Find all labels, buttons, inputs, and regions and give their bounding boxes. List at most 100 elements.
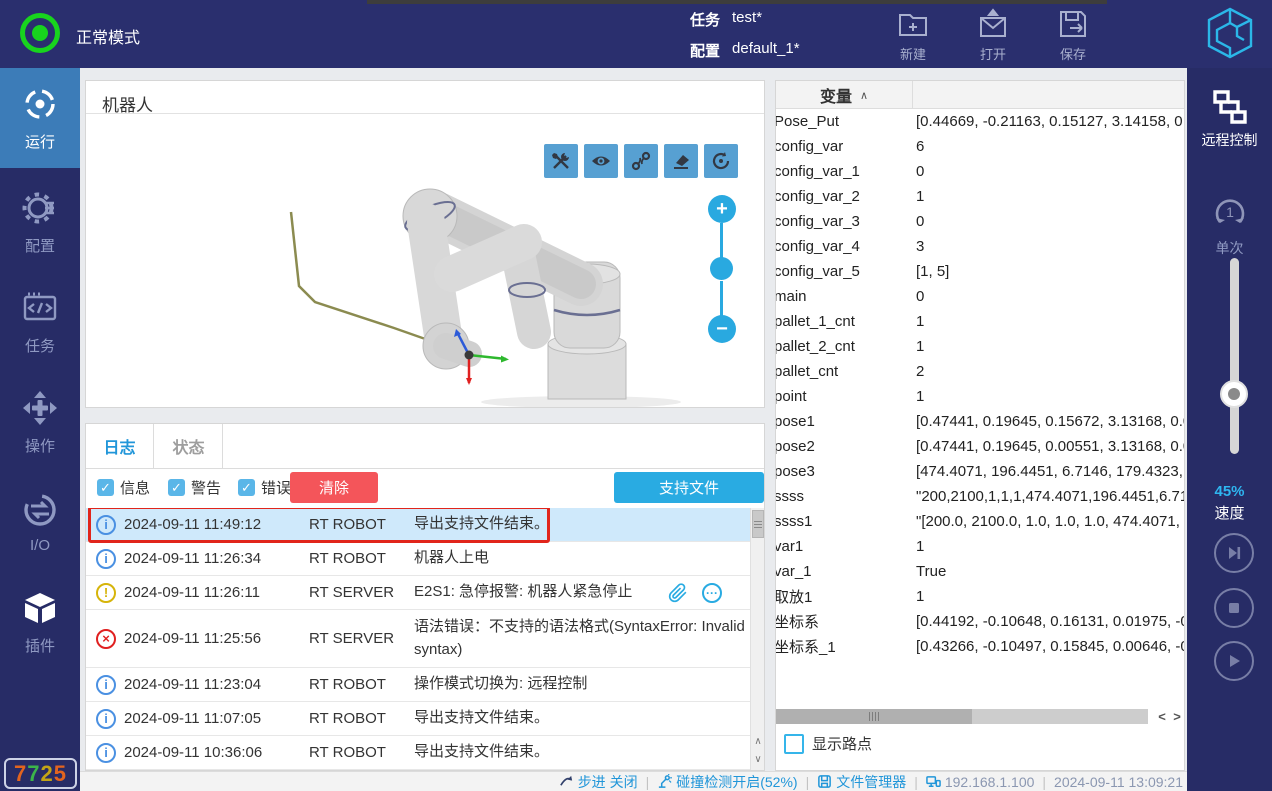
variable-row[interactable]: pose1[0.47441, 0.19645, 0.15672, 3.13168… [776,409,1184,434]
support-file-button[interactable]: 支持文件 [614,472,764,503]
variable-name: point [776,388,916,405]
variable-row[interactable]: config_var_5[1, 5] [776,259,1184,284]
step-next-button[interactable] [1214,533,1254,573]
log-row[interactable]: !2024-09-11 11:26:11RT SERVERE2S1: 急停报警:… [86,576,750,610]
variable-row[interactable]: config_var_30 [776,209,1184,234]
variable-row[interactable]: pallet_1_cnt1 [776,309,1184,334]
tab-status[interactable]: 状态 [155,424,223,468]
variable-row[interactable]: 坐标系_1[0.43266, -0.10497, 0.15845, 0.0064… [776,634,1184,659]
sidebar-item-run[interactable]: 运行 [0,68,80,168]
new-folder-icon [895,6,931,42]
log-source: RT ROBOT [309,550,404,567]
config-field[interactable]: 配置 default_1* [690,40,800,62]
log-row[interactable]: i2024-09-11 11:49:12RT ROBOT导出支持文件结束。 [86,508,750,542]
scrollbar-thumb[interactable] [776,709,972,724]
log-message: 语法错误：不支持的语法格式(SyntaxError: Invalid synta… [414,616,746,661]
status-bar: 步进 关闭 | 碰撞检测开启(52%) | 文件管理器 | 192.168.1.… [80,771,1187,791]
view-button[interactable] [584,144,618,178]
variable-name: config_var_2 [776,188,916,205]
log-row[interactable]: ×2024-09-11 11:25:56RT SERVER语法错误：不支持的语法… [86,610,750,668]
task-field[interactable]: 任务 test* [690,9,762,31]
variable-row[interactable]: pallet_cnt2 [776,359,1184,384]
variable-name: config_var_4 [776,238,916,255]
variable-row[interactable]: pallet_2_cnt1 [776,334,1184,359]
log-scrollbar[interactable]: ∧ ∨ [750,508,764,770]
collision-icon [657,774,672,789]
filter-info[interactable]: ✓ 信息 [97,477,150,498]
variable-row[interactable]: pose2[0.47441, 0.19645, 0.00551, 3.13168… [776,434,1184,459]
variables-hscrollbar[interactable] [776,709,1148,724]
scroll-right-icon[interactable]: > [1169,709,1185,724]
variable-value: 0 [916,163,1184,180]
speed-slider-thumb[interactable] [1220,380,1248,408]
sidebar-item-task[interactable]: 任务 [0,272,80,372]
variable-row[interactable]: var11 [776,534,1184,559]
variable-row[interactable]: main0 [776,284,1184,309]
eraser-icon [670,150,692,172]
open-button[interactable]: 打开 [958,6,1028,63]
single-cycle-label[interactable]: 单次 [1187,238,1272,258]
show-waypoints-toggle[interactable]: 显示路点 [784,733,872,754]
variable-row[interactable]: var_1True [776,559,1184,584]
path-button[interactable] [624,144,658,178]
zoom-slider-thumb[interactable] [710,257,733,280]
sidebar-item-io[interactable]: I/O [0,472,80,572]
scrollbar-thumb[interactable] [752,510,764,538]
file-manager-item[interactable]: 文件管理器 [817,772,906,791]
robot-status-icon[interactable] [20,13,60,53]
variable-row[interactable]: 取放11 [776,584,1184,609]
tools-button[interactable] [544,144,578,178]
step-mode-item[interactable]: 步进 关闭 [559,772,638,791]
variable-row[interactable]: point1 [776,384,1184,409]
erase-button[interactable] [664,144,698,178]
status-badge[interactable]: 7725 [4,758,77,789]
sidebar-item-plugin[interactable]: 插件 [0,572,80,672]
log-row[interactable]: i2024-09-11 11:07:05RT ROBOT导出支持文件结束。 [86,702,750,736]
remote-control-label[interactable]: 远程控制 [1187,130,1272,150]
log-time: 2024-09-11 11:07:05 [124,710,289,727]
variable-row[interactable]: config_var_21 [776,184,1184,209]
log-row[interactable]: i2024-09-11 11:26:34RT ROBOT机器人上电 [86,542,750,576]
collision-detect-item[interactable]: 碰撞检测开启(52%) [657,772,797,791]
variable-row[interactable]: config_var6 [776,134,1184,159]
remote-control-icon[interactable] [1211,88,1249,126]
stop-button[interactable] [1214,588,1254,628]
variables-list: Pose_Put[0.44669, -0.21163, 0.15127, 3.1… [776,109,1184,661]
scroll-left-icon[interactable]: < [1154,709,1170,724]
log-row[interactable]: i2024-09-11 10:36:06RT ROBOT导出支持文件结束。 [86,736,750,770]
sidebar-item-operate[interactable]: 操作 [0,372,80,472]
scroll-up-icon[interactable]: ∧ [751,732,765,750]
filter-warning[interactable]: ✓ 警告 [168,477,221,498]
variable-name: pallet_cnt [776,363,916,380]
variable-name: config_var_5 [776,263,916,280]
log-source: RT ROBOT [309,744,404,761]
variable-row[interactable]: 坐标系[0.44192, -0.10648, 0.16131, 0.01975,… [776,609,1184,634]
save-button[interactable]: 保存 [1038,6,1108,63]
variables-header-cell[interactable]: 变量 ∧ [776,81,913,109]
reset-view-button[interactable] [704,144,738,178]
variable-row[interactable]: config_var_43 [776,234,1184,259]
variable-value: "[200.0, 2100.0, 1.0, 1.0, 1.0, 474.4071… [916,513,1184,530]
zoom-out-button[interactable]: − [708,315,736,343]
variable-row[interactable]: ssss1"[200.0, 2100.0, 1.0, 1.0, 1.0, 474… [776,509,1184,534]
filter-error[interactable]: ✓ 错误 [238,477,291,498]
single-cycle-icon[interactable]: 1 [1212,192,1248,232]
tab-log[interactable]: 日志 [86,424,154,468]
more-icon[interactable]: ··· [702,583,722,603]
play-button[interactable] [1214,641,1254,681]
zoom-in-button[interactable]: + [708,195,736,223]
variable-row[interactable]: ssss"200,2100,1,1,1,474.4071,196.4451,6.… [776,484,1184,509]
sidebar-item-config[interactable]: 配置 [0,172,80,272]
clear-button[interactable]: 清除 [290,472,378,503]
log-row[interactable]: i2024-09-11 11:23:04RT ROBOT操作模式切换为: 远程控… [86,668,750,702]
variable-value: 1 [916,313,1184,330]
variable-row[interactable]: Pose_Put[0.44669, -0.21163, 0.15127, 3.1… [776,109,1184,134]
scroll-down-icon[interactable]: ∨ [751,750,765,768]
task-value: test* [732,9,762,31]
robot-3d-view[interactable] [86,114,764,407]
speed-slider-track[interactable] [1230,258,1239,454]
variable-row[interactable]: config_var_10 [776,159,1184,184]
variable-row[interactable]: pose3[474.4071, 196.4451, 6.7146, 179.43… [776,459,1184,484]
paperclip-icon[interactable] [668,583,688,603]
new-button[interactable]: 新建 [878,6,948,63]
